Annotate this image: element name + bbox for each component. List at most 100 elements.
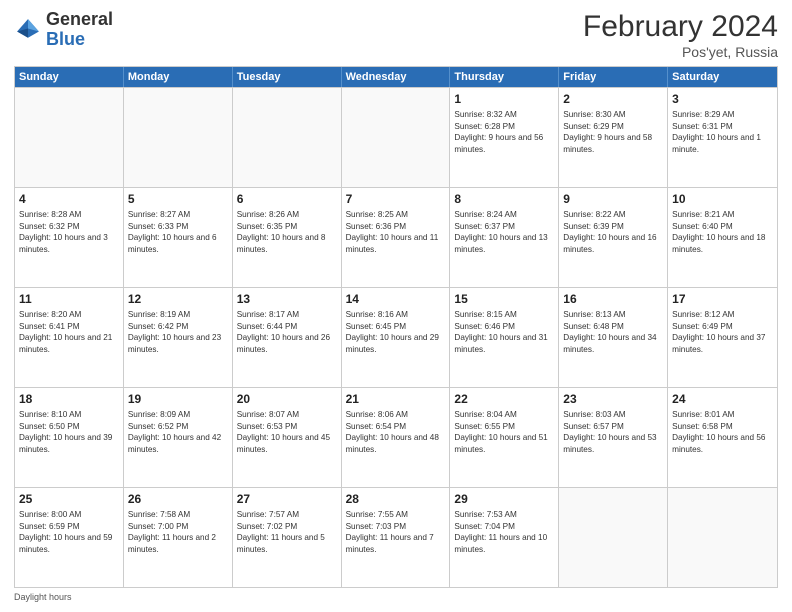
calendar-cell: 9Sunrise: 8:22 AM Sunset: 6:39 PM Daylig… (559, 188, 668, 287)
day-number: 12 (128, 291, 228, 307)
cell-text: Sunrise: 8:16 AM Sunset: 6:45 PM Dayligh… (346, 310, 439, 353)
logo-text: General Blue (46, 10, 113, 50)
day-number: 21 (346, 391, 446, 407)
calendar-cell: 17 Sunrise: 8:12 AM Sunset: 6:49 PM Dayli… (668, 288, 777, 387)
cell-text: Sunrise: 7:55 AM Sunset: 7:03 PM Dayligh… (346, 510, 434, 553)
calendar-cell: 10Sunrise: 8:21 AM Sunset: 6:40 PM Dayli… (668, 188, 777, 287)
calendar: SundayMondayTuesdayWednesdayThursdayFrid… (14, 66, 778, 588)
calendar-row: 25 Sunrise: 8:00 AM Sunset: 6:59 PM Dayli… (15, 487, 777, 587)
calendar-cell: 18 Sunrise: 8:10 AM Sunset: 6:50 PM Dayli… (15, 388, 124, 487)
calendar-cell: 16 Sunrise: 8:13 AM Sunset: 6:48 PM Dayli… (559, 288, 668, 387)
calendar-cell: 12 Sunrise: 8:19 AM Sunset: 6:42 PM Dayli… (124, 288, 233, 387)
cell-text: Sunrise: 8:28 AM Sunset: 6:32 PM Dayligh… (19, 210, 108, 253)
calendar-cell: 11Sunrise: 8:20 AM Sunset: 6:41 PM Dayli… (15, 288, 124, 387)
calendar-header-cell: Monday (124, 67, 233, 87)
cell-text: Sunrise: 8:21 AM Sunset: 6:40 PM Dayligh… (672, 210, 765, 253)
cell-text: Sunrise: 8:12 AM Sunset: 6:49 PM Dayligh… (672, 310, 765, 353)
day-number: 20 (237, 391, 337, 407)
day-number: 14 (346, 291, 446, 307)
cell-text: Sunrise: 8:20 AM Sunset: 6:41 PM Dayligh… (19, 310, 112, 353)
logo-general: General (46, 10, 113, 30)
calendar-cell: 19 Sunrise: 8:09 AM Sunset: 6:52 PM Dayli… (124, 388, 233, 487)
daylight-label: Daylight hours (14, 592, 72, 602)
calendar-cell: 1 Sunrise: 8:32 AM Sunset: 6:28 PM Daylig… (450, 88, 559, 187)
day-number: 24 (672, 391, 773, 407)
calendar-cell: 6Sunrise: 8:26 AM Sunset: 6:35 PM Daylig… (233, 188, 342, 287)
cell-text: Sunrise: 8:19 AM Sunset: 6:42 PM Dayligh… (128, 310, 221, 353)
calendar-cell (342, 88, 451, 187)
logo-icon (14, 16, 42, 44)
calendar-cell: 13Sunrise: 8:17 AM Sunset: 6:44 PM Dayli… (233, 288, 342, 387)
calendar-cell: 2Sunrise: 8:30 AM Sunset: 6:29 PM Daylig… (559, 88, 668, 187)
calendar-cell (559, 488, 668, 587)
day-number: 28 (346, 491, 446, 507)
calendar-header-cell: Thursday (450, 67, 559, 87)
calendar-header-cell: Saturday (668, 67, 777, 87)
day-number: 7 (346, 191, 446, 207)
calendar-cell: 25 Sunrise: 8:00 AM Sunset: 6:59 PM Dayli… (15, 488, 124, 587)
calendar-header-cell: Wednesday (342, 67, 451, 87)
calendar-header: SundayMondayTuesdayWednesdayThursdayFrid… (15, 67, 777, 87)
calendar-header-cell: Tuesday (233, 67, 342, 87)
cell-text: Sunrise: 7:58 AM Sunset: 7:00 PM Dayligh… (128, 510, 216, 553)
calendar-cell: 3 Sunrise: 8:29 AM Sunset: 6:31 PM Daylig… (668, 88, 777, 187)
calendar-cell: 14 Sunrise: 8:16 AM Sunset: 6:45 PM Dayli… (342, 288, 451, 387)
calendar-row: 11Sunrise: 8:20 AM Sunset: 6:41 PM Dayli… (15, 287, 777, 387)
day-number: 26 (128, 491, 228, 507)
cell-text: Sunrise: 8:00 AM Sunset: 6:59 PM Dayligh… (19, 510, 112, 553)
calendar-cell: 27Sunrise: 7:57 AM Sunset: 7:02 PM Dayli… (233, 488, 342, 587)
cell-text: Sunrise: 8:13 AM Sunset: 6:48 PM Dayligh… (563, 310, 656, 353)
calendar-cell: 28 Sunrise: 7:55 AM Sunset: 7:03 PM Dayli… (342, 488, 451, 587)
cell-text: Sunrise: 8:22 AM Sunset: 6:39 PM Dayligh… (563, 210, 656, 253)
title-location: Pos'yet, Russia (583, 44, 778, 60)
cell-text: Sunrise: 8:24 AM Sunset: 6:37 PM Dayligh… (454, 210, 547, 253)
day-number: 17 (672, 291, 773, 307)
cell-text: Sunrise: 8:07 AM Sunset: 6:53 PM Dayligh… (237, 410, 330, 453)
cell-text: Sunrise: 8:03 AM Sunset: 6:57 PM Dayligh… (563, 410, 656, 453)
calendar-cell: 24Sunrise: 8:01 AM Sunset: 6:58 PM Dayli… (668, 388, 777, 487)
calendar-header-cell: Friday (559, 67, 668, 87)
cell-text: Sunrise: 8:27 AM Sunset: 6:33 PM Dayligh… (128, 210, 217, 253)
page: General Blue February 2024 Pos'yet, Russ… (0, 0, 792, 612)
calendar-row: 1 Sunrise: 8:32 AM Sunset: 6:28 PM Daylig… (15, 87, 777, 187)
logo-blue: Blue (46, 30, 113, 50)
header: General Blue February 2024 Pos'yet, Russ… (14, 10, 778, 60)
calendar-cell: 21Sunrise: 8:06 AM Sunset: 6:54 PM Dayli… (342, 388, 451, 487)
day-number: 1 (454, 91, 554, 107)
cell-text: Sunrise: 8:32 AM Sunset: 6:28 PM Dayligh… (454, 110, 543, 153)
cell-text: Sunrise: 8:17 AM Sunset: 6:44 PM Dayligh… (237, 310, 330, 353)
day-number: 25 (19, 491, 119, 507)
calendar-cell (124, 88, 233, 187)
calendar-cell: 15 Sunrise: 8:15 AM Sunset: 6:46 PM Dayli… (450, 288, 559, 387)
day-number: 6 (237, 191, 337, 207)
calendar-header-cell: Sunday (15, 67, 124, 87)
day-number: 18 (19, 391, 119, 407)
day-number: 3 (672, 91, 773, 107)
cell-text: Sunrise: 8:09 AM Sunset: 6:52 PM Dayligh… (128, 410, 221, 453)
cell-text: Sunrise: 8:25 AM Sunset: 6:36 PM Dayligh… (346, 210, 439, 253)
day-number: 8 (454, 191, 554, 207)
calendar-cell (668, 488, 777, 587)
calendar-cell: 29Sunrise: 7:53 AM Sunset: 7:04 PM Dayli… (450, 488, 559, 587)
cell-text: Sunrise: 8:29 AM Sunset: 6:31 PM Dayligh… (672, 110, 761, 153)
title-block: February 2024 Pos'yet, Russia (583, 10, 778, 60)
cell-text: Sunrise: 8:04 AM Sunset: 6:55 PM Dayligh… (454, 410, 547, 453)
day-number: 23 (563, 391, 663, 407)
logo: General Blue (14, 10, 113, 50)
calendar-cell: 5Sunrise: 8:27 AM Sunset: 6:33 PM Daylig… (124, 188, 233, 287)
day-number: 16 (563, 291, 663, 307)
calendar-cell (233, 88, 342, 187)
cell-text: Sunrise: 7:53 AM Sunset: 7:04 PM Dayligh… (454, 510, 547, 553)
calendar-cell: 7 Sunrise: 8:25 AM Sunset: 6:36 PM Daylig… (342, 188, 451, 287)
cell-text: Sunrise: 8:15 AM Sunset: 6:46 PM Dayligh… (454, 310, 547, 353)
cell-text: Sunrise: 8:30 AM Sunset: 6:29 PM Dayligh… (563, 110, 652, 153)
calendar-cell: 4 Sunrise: 8:28 AM Sunset: 6:32 PM Daylig… (15, 188, 124, 287)
calendar-cell: 20 Sunrise: 8:07 AM Sunset: 6:53 PM Dayli… (233, 388, 342, 487)
calendar-cell: 8 Sunrise: 8:24 AM Sunset: 6:37 PM Daylig… (450, 188, 559, 287)
cell-text: Sunrise: 8:10 AM Sunset: 6:50 PM Dayligh… (19, 410, 112, 453)
day-number: 19 (128, 391, 228, 407)
calendar-body: 1 Sunrise: 8:32 AM Sunset: 6:28 PM Daylig… (15, 87, 777, 587)
day-number: 15 (454, 291, 554, 307)
day-number: 4 (19, 191, 119, 207)
title-month: February 2024 (583, 10, 778, 44)
